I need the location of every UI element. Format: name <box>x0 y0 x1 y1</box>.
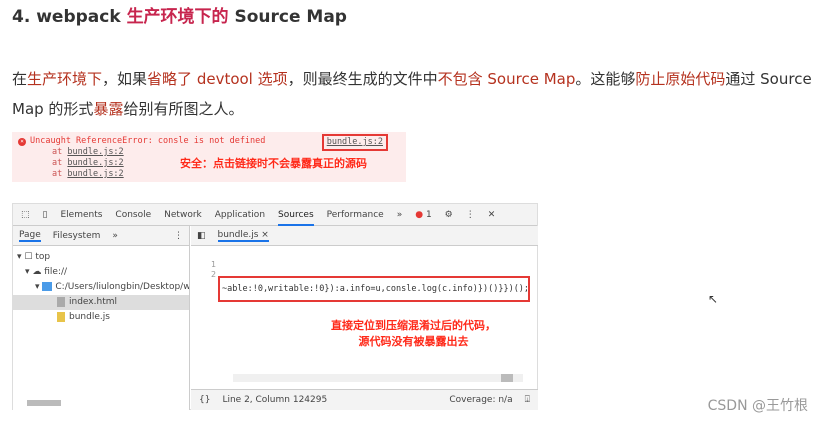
gear-icon[interactable]: ⚙ <box>445 210 453 220</box>
tree-folder[interactable]: ▾ C:/Users/liulongbin/Desktop/w <box>13 280 189 295</box>
text-run: 。这能够 <box>575 70 636 88</box>
devtools-toolbar: ⬚ ▯ Elements Console Network Application … <box>13 204 537 226</box>
tree-file[interactable]: bundle.js <box>13 310 189 325</box>
tab-filesystem[interactable]: Filesystem <box>53 231 101 241</box>
tab-network[interactable]: Network <box>164 210 202 220</box>
close-icon[interactable]: ✕ <box>488 210 496 220</box>
tab-performance[interactable]: Performance <box>327 210 384 220</box>
device-icon[interactable]: ▯ <box>43 210 48 220</box>
tab-sources[interactable]: Sources <box>278 210 314 226</box>
editor: ◧ bundle.js × 12 ~able:!0,writable:!0}):a… <box>191 226 538 410</box>
text-run: 不包含 Source Map <box>437 70 576 88</box>
file-tab[interactable]: bundle.js × <box>217 230 269 242</box>
text-run: 给别有所图之人。 <box>123 100 244 118</box>
console-error-box: × Uncaught ReferenceError: consle is not … <box>12 132 406 182</box>
tree-origin[interactable]: ▾ ☁ file:// <box>13 265 189 280</box>
watermark: CSDN @王竹根 <box>707 398 808 414</box>
text-run: 在 <box>12 70 28 88</box>
annotation: 直接定位到压缩混淆过后的代码， 源代码没有被暴露出去 <box>331 319 496 348</box>
section-heading: 4. webpack 生产环境下的 Source Map <box>12 7 347 27</box>
tree-top[interactable]: ▾ ☐ top <box>13 250 189 265</box>
error-source-link[interactable]: bundle.js:2 <box>321 134 388 151</box>
text-run: ，如果 <box>102 70 148 88</box>
code-line: ~able:!0,writable:!0}):a.info=u,consle.l… <box>218 276 530 302</box>
folder-icon <box>42 282 53 291</box>
scrollbar[interactable] <box>27 400 61 406</box>
toggle-navigator-icon[interactable]: ◧ <box>197 231 206 241</box>
horizontal-scrollbar[interactable] <box>233 374 523 382</box>
file-icon <box>57 311 65 322</box>
stack-link[interactable]: bundle.js:2 <box>67 158 123 168</box>
status-bar: {} Line 2, Column 124295 Coverage: n/a ⍗ <box>191 389 538 410</box>
navigator: Page Filesystem » ⋮ ▾ ☐ top ▾ ☁ file:// ▾ C… <box>13 226 190 410</box>
stack-link[interactable]: bundle.js:2 <box>67 147 123 157</box>
paragraph: 在生产环境下，如果省略了 devtool 选项，则最终生成的文件中不包含 Sou… <box>12 64 812 124</box>
cursor-position: Line 2, Column 124295 <box>222 395 328 405</box>
coverage: Coverage: n/a <box>449 395 513 405</box>
inspect-icon[interactable]: ⬚ <box>21 210 30 220</box>
more-tabs[interactable]: » <box>397 210 403 220</box>
tree-file[interactable]: index.html <box>13 295 189 310</box>
tab-application[interactable]: Application <box>215 210 265 220</box>
kebab-icon[interactable]: ⋮ <box>466 210 475 220</box>
text-run: 防止原始代码 <box>635 70 726 88</box>
tab-console[interactable]: Console <box>115 210 151 220</box>
error-message: Uncaught ReferenceError: consle is not d… <box>30 136 266 146</box>
text-run: 省略了 devtool 选项 <box>147 70 288 88</box>
text-run: 暴露 <box>93 100 124 118</box>
annotation: 安全：点击链接时不会暴露真正的源码 <box>180 157 367 170</box>
text-run: ，则最终生成的文件中 <box>287 70 438 88</box>
tab-page[interactable]: Page <box>19 230 41 242</box>
text-run: 生产环境下 <box>27 70 103 88</box>
line-numbers: 12 <box>211 260 217 279</box>
error-count[interactable]: ● 1 <box>415 210 431 220</box>
more-subtabs[interactable]: » <box>112 231 118 241</box>
tab-elements[interactable]: Elements <box>60 210 102 220</box>
pretty-print-icon[interactable]: {} <box>199 395 210 405</box>
file-icon <box>57 296 65 307</box>
error-icon: × <box>18 138 26 146</box>
devtools-panel: ⬚ ▯ Elements Console Network Application … <box>12 203 538 410</box>
stack-link[interactable]: bundle.js:2 <box>67 169 123 179</box>
drawer-icon[interactable]: ⍗ <box>525 395 530 405</box>
kebab-icon[interactable]: ⋮ <box>174 231 183 241</box>
cursor-icon: ↖ <box>708 292 719 306</box>
